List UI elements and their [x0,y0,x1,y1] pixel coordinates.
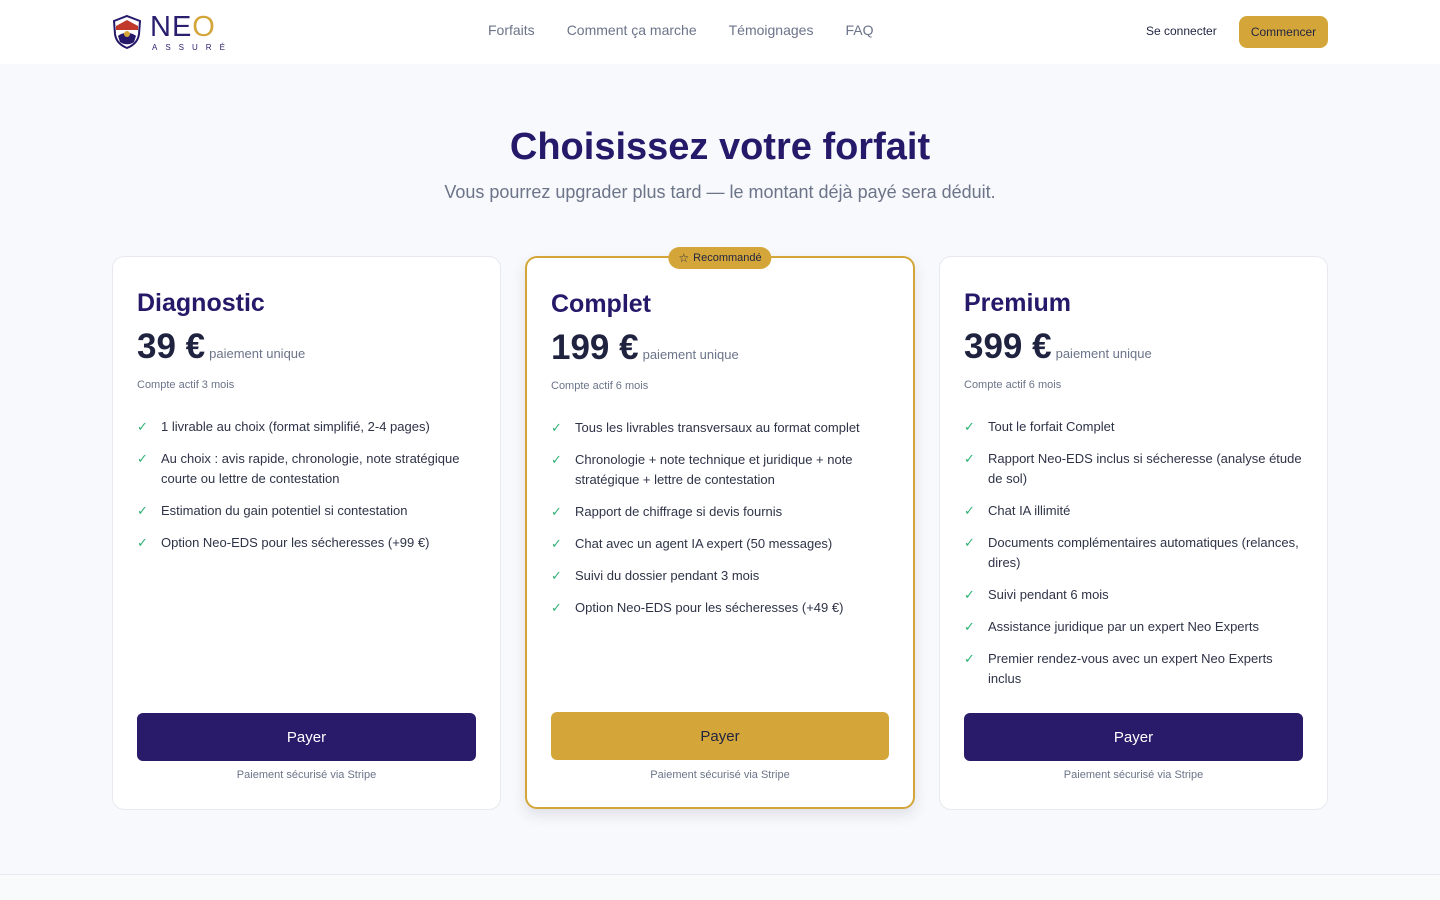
feature-text: Suivi du dossier pendant 3 mois [575,568,760,583]
logo-wordmark: NEO [150,10,233,43]
feature-text: Premier rendez-vous avec un expert Neo E… [988,651,1273,686]
plan-name: Premium [964,289,1071,317]
page-title: Choisissez votre forfait [509,126,931,168]
secure-payment-note: Paiement sécurisé via Stripe [650,769,790,781]
check-icon: ✓ [551,452,562,467]
feature-list: ✓ Tous les livrables transversaux au form… [551,418,891,630]
pay-button-diagnostic[interactable]: Payer [137,713,476,761]
check-icon: ✓ [137,535,148,550]
start-button[interactable]: Commencer [1239,16,1328,48]
feature-text: Assistance juridique par un expert Neo E… [988,619,1259,634]
recommended-badge: ☆ Recommandé [668,247,772,269]
secure-payment-note: Paiement sécurisé via Stripe [1063,769,1204,781]
plan-price: 39 € [137,327,206,366]
star-icon: ☆ [678,251,690,265]
pay-button-premium[interactable]: Payer [964,713,1303,761]
check-icon: ✓ [551,568,562,583]
check-icon: ✓ [551,504,562,519]
feature-item: ✓ Assistance juridique par un expert Neo … [964,617,1304,637]
feature-text: 1 livrable au choix (format simplifié, 2… [161,419,430,434]
nav-comment-ca-marche[interactable]: Comment ça marche [567,22,697,38]
plan-card-diagnostic: Diagnostic 39 € paiement unique Compte a… [112,256,501,810]
brand-logo[interactable]: NEO ASSURÉ [112,12,233,52]
logo-subtitle: ASSURÉ [152,42,233,52]
feature-text: Tous les livrables transversaux au forma… [575,420,860,435]
logo-word-accent: O [192,10,216,43]
feature-item: ✓ 1 livrable au choix (format simplifié, … [137,417,477,437]
feature-item: ✓ Chronologie + note technique et juridiq… [551,450,891,490]
feature-text: Rapport de chiffrage si devis fournis [575,504,783,519]
feature-text: Tout le forfait Complet [988,419,1115,434]
check-icon: ✓ [964,503,975,518]
nav-temoignages[interactable]: Témoignages [729,22,814,38]
badge-label: Recommandé [693,252,762,264]
price-note: paiement unique [209,346,306,361]
logo-word-main: NE [150,10,193,43]
feature-text: Option Neo-EDS pour les sécheresses (+49… [575,600,844,615]
main-nav: Forfaits Comment ça marche Témoignages F… [488,22,905,38]
plan-name: Diagnostic [137,289,265,317]
plan-price: 399 € [964,327,1052,366]
account-duration: Compte actif 3 mois [137,379,235,391]
feature-item: ✓ Documents complémentaires automatiques … [964,533,1304,573]
account-duration: Compte actif 6 mois [964,379,1062,391]
check-icon: ✓ [137,503,148,518]
feature-text: Chronologie + note technique et juridiqu… [575,452,853,487]
feature-item: ✓ Rapport de chiffrage si devis fournis [551,502,891,522]
section-divider [0,874,1440,900]
feature-text: Au choix : avis rapide, chronologie, not… [161,451,460,486]
check-icon: ✓ [964,451,975,466]
check-icon: ✓ [137,451,148,466]
feature-item: ✓ Option Neo-EDS pour les sécheresses (+9… [137,533,477,553]
check-icon: ✓ [551,600,562,615]
feature-item: ✓ Tous les livrables transversaux au form… [551,418,891,438]
nav-faq[interactable]: FAQ [845,22,873,38]
page-subtitle: Vous pourrez upgrader plus tard — le mon… [444,182,996,202]
shield-logo-icon [112,14,142,50]
feature-item: ✓ Rapport Neo-EDS inclus si sécheresse (a… [964,449,1304,489]
feature-item: ✓ Suivi pendant 6 mois [964,585,1304,605]
feature-item: ✓ Chat IA illimité [964,501,1304,521]
feature-text: Suivi pendant 6 mois [988,587,1109,602]
price-note: paiement unique [642,347,739,362]
price-row: 199 € paiement unique [551,328,739,368]
check-icon: ✓ [551,536,562,551]
feature-item: ✓ Estimation du gain potentiel si contest… [137,501,477,521]
feature-text: Rapport Neo-EDS inclus si sécheresse (an… [988,451,1302,486]
top-navbar: NEO ASSURÉ Forfaits Comment ça marche Té… [0,0,1440,64]
feature-text: Option Neo-EDS pour les sécheresses (+99… [161,535,430,550]
plan-price: 199 € [551,328,639,367]
feature-text: Chat avec un agent IA expert (50 message… [575,536,833,551]
feature-item: ✓ Suivi du dossier pendant 3 mois [551,566,891,586]
feature-item: ✓ Tout le forfait Complet [964,417,1304,437]
check-icon: ✓ [964,535,975,550]
price-row: 399 € paiement unique [964,327,1152,367]
feature-text: Chat IA illimité [988,503,1071,518]
feature-item: ✓ Au choix : avis rapide, chronologie, no… [137,449,477,489]
plan-card-premium: Premium 399 € paiement unique Compte act… [939,256,1328,810]
feature-item: ✓ Premier rendez-vous avec un expert Neo … [964,649,1304,689]
feature-text: Documents complémentaires automatiques (… [988,535,1299,570]
feature-text: Estimation du gain potentiel si contesta… [161,503,408,518]
account-duration: Compte actif 6 mois [551,380,649,392]
price-note: paiement unique [1055,346,1152,361]
price-row: 39 € paiement unique [137,327,305,367]
pay-button-complet[interactable]: Payer [551,712,889,760]
nav-forfaits[interactable]: Forfaits [488,22,535,38]
login-link[interactable]: Se connecter [1146,24,1217,38]
check-icon: ✓ [964,587,975,602]
check-icon: ✓ [137,419,148,434]
check-icon: ✓ [551,420,562,435]
plan-name: Complet [551,290,651,318]
check-icon: ✓ [964,651,975,666]
check-icon: ✓ [964,419,975,434]
feature-item: ✓ Chat avec un agent IA expert (50 messag… [551,534,891,554]
check-icon: ✓ [964,619,975,634]
feature-list: ✓ Tout le forfait Complet ✓ Rapport Neo-ED… [964,417,1304,701]
feature-item: ✓ Option Neo-EDS pour les sécheresses (+4… [551,598,891,618]
plan-card-complet: ☆ Recommandé Complet 199 € paiement uniq… [525,247,915,809]
secure-payment-note: Paiement sécurisé via Stripe [236,769,377,781]
feature-list: ✓ 1 livrable au choix (format simplifié, … [137,417,477,565]
